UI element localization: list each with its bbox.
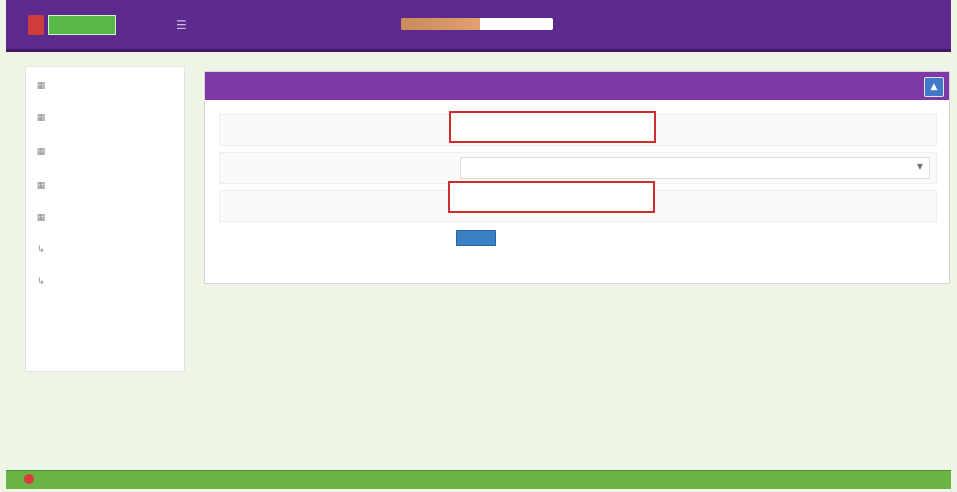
progress-bar — [401, 18, 553, 30]
form-row-2: ▼ — [219, 152, 937, 184]
link-icon: ↳ — [37, 245, 45, 255]
brand-pill — [48, 15, 116, 35]
flag-icon — [24, 474, 34, 484]
chevron-down-icon: ▼ — [916, 162, 923, 171]
header-center — [389, 18, 553, 30]
settings-icon: ▦ — [36, 213, 46, 223]
sidebar-item-5[interactable]: ▦ — [36, 213, 52, 223]
footer-left — [24, 474, 40, 484]
brand-mark-icon — [28, 15, 44, 35]
submit-button[interactable] — [456, 230, 496, 246]
top-header: ☰ — [6, 0, 951, 52]
sidebar-item-2[interactable]: ▦ — [36, 113, 52, 123]
menu-icon[interactable]: ☰ — [176, 19, 187, 31]
progress-fill — [401, 18, 481, 30]
footer — [6, 470, 951, 489]
user-icon: ▦ — [36, 181, 46, 191]
link-icon: ↳ — [37, 277, 45, 287]
sidebar: ▦ ▦ ▦ ▦ ▦ ↳ ↳ — [25, 66, 185, 372]
sidebar-item-3[interactable]: ▦ — [36, 147, 52, 157]
sidebar-item-7[interactable]: ↳ — [36, 277, 52, 287]
text-field-2[interactable] — [448, 181, 655, 213]
sidebar-item-6[interactable]: ↳ — [36, 245, 52, 255]
dashboard-icon: ▦ — [36, 81, 46, 91]
text-field-1[interactable] — [449, 111, 656, 143]
form-panel: ▲ ▼ — [204, 71, 950, 284]
list-icon: ▦ — [36, 147, 46, 157]
sidebar-item-1[interactable]: ▦ — [36, 81, 52, 91]
brand-logo[interactable] — [24, 12, 116, 38]
document-icon: ▦ — [36, 113, 46, 123]
collapse-icon[interactable]: ▲ — [924, 77, 944, 97]
panel-header: ▲ — [205, 72, 949, 100]
sidebar-item-4[interactable]: ▦ — [36, 181, 52, 191]
select-dropdown[interactable]: ▼ — [460, 157, 930, 179]
